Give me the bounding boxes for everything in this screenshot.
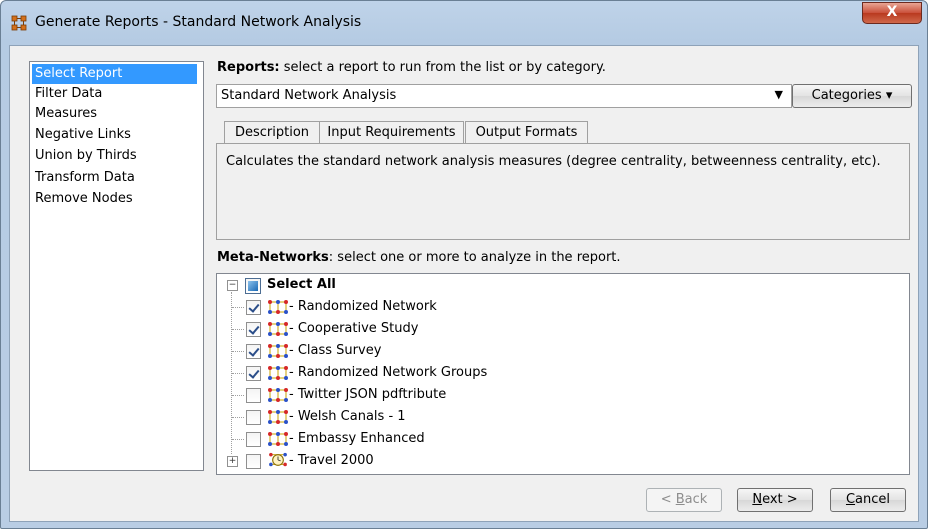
title-bar[interactable]: Generate Reports - Standard Network Anal… — [1, 1, 927, 41]
tree-row[interactable]: - Randomized Network — [217, 296, 907, 318]
nav-item-union-by-thirds[interactable]: Union by Thirds — [32, 146, 197, 166]
select-all-checkbox[interactable] — [245, 278, 261, 294]
close-icon: X — [886, 4, 898, 20]
network-icon — [268, 410, 288, 424]
network-name: Class Survey — [297, 343, 382, 358]
cancel-button-mnemonic: C — [845, 492, 856, 507]
report-select[interactable]: Standard Network Analysis ▼ — [216, 84, 792, 108]
reports-label-bold: Reports: — [217, 60, 280, 75]
network-label: - Class Survey — [289, 343, 382, 358]
network-checkbox[interactable] — [246, 344, 261, 359]
collapse-icon[interactable]: − — [227, 280, 238, 291]
network-icon — [268, 344, 288, 358]
network-label: - Embassy Enhanced — [289, 431, 425, 446]
cancel-button[interactable]: Cancel — [830, 488, 906, 512]
next-button-suffix: ext > — [762, 492, 798, 507]
tree-row[interactable]: - Embassy Enhanced — [217, 428, 907, 450]
network-name: Randomized Network — [297, 299, 437, 314]
dropdown-arrow-icon[interactable]: ▼ — [775, 88, 783, 101]
network-checkbox[interactable] — [246, 300, 261, 315]
network-icon — [268, 300, 288, 314]
nav-item-transform-data[interactable]: Transform Data — [32, 168, 197, 188]
network-checkbox[interactable] — [246, 366, 261, 381]
wizard-step-list: Select Report Filter Data Measures Negat… — [29, 61, 204, 471]
network-label: - Cooperative Study — [289, 321, 419, 336]
tree-row[interactable]: + - Travel 2000 — [217, 450, 907, 472]
network-checkbox[interactable] — [246, 322, 261, 337]
tree-guide-line — [232, 329, 244, 330]
window-title: Generate Reports - Standard Network Anal… — [35, 14, 362, 30]
app-icon — [11, 15, 27, 31]
back-button[interactable]: < Back — [646, 488, 722, 512]
reports-label: Reports: select a report to run from the… — [217, 60, 606, 75]
tree-guide-line — [232, 395, 244, 396]
back-button-prefix: < — [660, 492, 676, 507]
tab-description[interactable]: Description — [224, 121, 320, 144]
network-label: - Travel 2000 — [289, 453, 374, 468]
network-icon — [268, 366, 288, 380]
network-icon — [268, 388, 288, 402]
next-button-mnemonic: N — [752, 492, 763, 507]
network-label: - Randomized Network Groups — [289, 365, 488, 380]
tree-row-select-all[interactable]: − Select All — [217, 274, 907, 296]
meta-networks-label-bold: Meta-Networks — [217, 250, 329, 265]
network-name: Cooperative Study — [297, 321, 419, 336]
tree-row[interactable]: - Twitter JSON pdftribute — [217, 384, 907, 406]
back-button-suffix: ack — [684, 492, 708, 507]
description-text: Calculates the standard network analysis… — [226, 154, 881, 169]
next-button[interactable]: Next > — [737, 488, 813, 512]
network-label: - Welsh Canals - 1 — [289, 409, 406, 424]
tree-row[interactable]: - Cooperative Study — [217, 318, 907, 340]
network-checkbox[interactable] — [246, 432, 261, 447]
network-label: - Twitter JSON pdftribute — [289, 387, 447, 402]
dialog-content: Select Report Filter Data Measures Negat… — [9, 45, 919, 522]
meta-networks-label: Meta-Networks: select one or more to ana… — [217, 250, 621, 265]
nav-item-measures[interactable]: Measures — [32, 104, 197, 124]
meta-network-tree: − Select All - Randomized Network - Coop… — [216, 273, 910, 475]
reports-label-text: select a report to run from the list or … — [279, 60, 606, 75]
dialog-window: Generate Reports - Standard Network Anal… — [0, 0, 928, 529]
nav-item-negative-links[interactable]: Negative Links — [32, 125, 197, 145]
network-name: Randomized Network Groups — [297, 365, 488, 380]
expand-icon[interactable]: + — [227, 456, 238, 467]
network-icon — [268, 322, 288, 336]
network-name: Embassy Enhanced — [297, 431, 425, 446]
tree-guide-line — [232, 439, 244, 440]
network-name: Travel 2000 — [297, 453, 374, 468]
nav-item-filter-data[interactable]: Filter Data — [32, 84, 197, 104]
time-network-icon — [269, 452, 287, 467]
network-label: - Randomized Network — [289, 299, 437, 314]
tree-guide-line — [232, 307, 244, 308]
network-name: Welsh Canals - 1 — [297, 409, 406, 424]
report-select-value: Standard Network Analysis — [221, 88, 397, 103]
tree-guide-line — [232, 373, 244, 374]
network-checkbox[interactable] — [246, 410, 261, 425]
network-icon — [268, 432, 288, 446]
meta-networks-label-text: : select one or more to analyze in the r… — [328, 250, 621, 265]
tree-guide-line — [232, 351, 244, 352]
network-checkbox[interactable] — [246, 454, 261, 469]
nav-item-select-report[interactable]: Select Report — [32, 64, 197, 84]
tree-row[interactable]: - Randomized Network Groups — [217, 362, 907, 384]
nav-item-remove-nodes[interactable]: Remove Nodes — [32, 189, 197, 209]
network-checkbox[interactable] — [246, 388, 261, 403]
network-name: Twitter JSON pdftribute — [297, 387, 447, 402]
tree-row[interactable]: - Welsh Canals - 1 — [217, 406, 907, 428]
tree-guide-line — [232, 417, 244, 418]
tab-input-requirements[interactable]: Input Requirements — [319, 121, 464, 143]
close-button[interactable]: X — [862, 2, 922, 24]
select-all-label: Select All — [267, 277, 336, 292]
categories-button[interactable]: Categories ▾ — [792, 84, 912, 108]
description-panel: Calculates the standard network analysis… — [216, 143, 910, 240]
back-button-mnemonic: B — [675, 492, 685, 507]
cancel-button-suffix: ancel — [855, 492, 891, 507]
tree-row[interactable]: - Class Survey — [217, 340, 907, 362]
tab-output-formats[interactable]: Output Formats — [465, 121, 588, 143]
